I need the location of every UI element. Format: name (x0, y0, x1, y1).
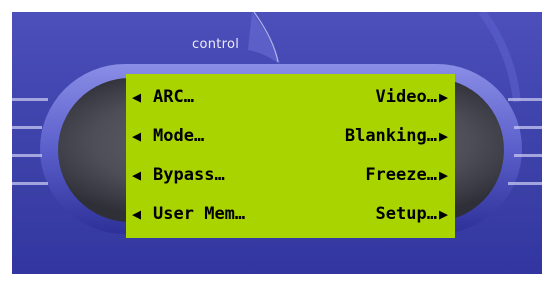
menu-item-label: Video… (375, 87, 437, 107)
menu-item-blanking[interactable]: Blanking… ▶ (345, 126, 448, 146)
menu-item-setup[interactable]: Setup… ▶ (376, 204, 448, 224)
left-arrow-icon: ◀ (132, 126, 142, 145)
menu-item-label: Freeze… (365, 165, 437, 185)
menu-item-label: Mode… (153, 126, 205, 146)
right-arrow-icon: ▶ (438, 126, 448, 145)
right-arrow-icon: ▶ (438, 87, 448, 106)
right-arrow-icon: ▶ (438, 165, 448, 184)
menu-item-arc[interactable]: ◀ ARC… (132, 87, 194, 107)
lcd-row-3: ◀ Bypass… Freeze… ▶ (130, 156, 448, 195)
menu-item-user-mem[interactable]: ◀ User Mem… (132, 204, 245, 224)
menu-item-label: ARC… (153, 87, 194, 107)
menu-item-mode[interactable]: ◀ Mode… (132, 126, 204, 146)
left-arrow-icon: ◀ (132, 87, 142, 106)
menu-item-label: Bypass… (153, 165, 225, 185)
menu-item-freeze[interactable]: Freeze… ▶ (365, 165, 448, 185)
lcd-display: ◀ ARC… Video… ▶ ◀ Mode… Blanking… ▶ ◀ By… (126, 74, 455, 238)
left-arrow-icon: ◀ (132, 165, 142, 184)
menu-item-label: Blanking… (344, 126, 437, 146)
menu-item-bypass[interactable]: ◀ Bypass… (132, 165, 225, 185)
control-panel: control ◀ ARC… Video… ▶ ◀ Mode… Blanking… (12, 12, 542, 274)
left-arrow-icon: ◀ (132, 204, 142, 223)
lcd-row-2: ◀ Mode… Blanking… ▶ (130, 117, 448, 156)
menu-item-label: User Mem… (153, 204, 246, 224)
menu-item-video[interactable]: Video… ▶ (376, 87, 448, 107)
right-arrow-icon: ▶ (438, 204, 448, 223)
lcd-row-1: ◀ ARC… Video… ▶ (130, 78, 448, 117)
menu-item-label: Setup… (375, 204, 437, 224)
lcd-row-4: ◀ User Mem… Setup… ▶ (130, 195, 448, 234)
panel-label: control (192, 37, 240, 52)
